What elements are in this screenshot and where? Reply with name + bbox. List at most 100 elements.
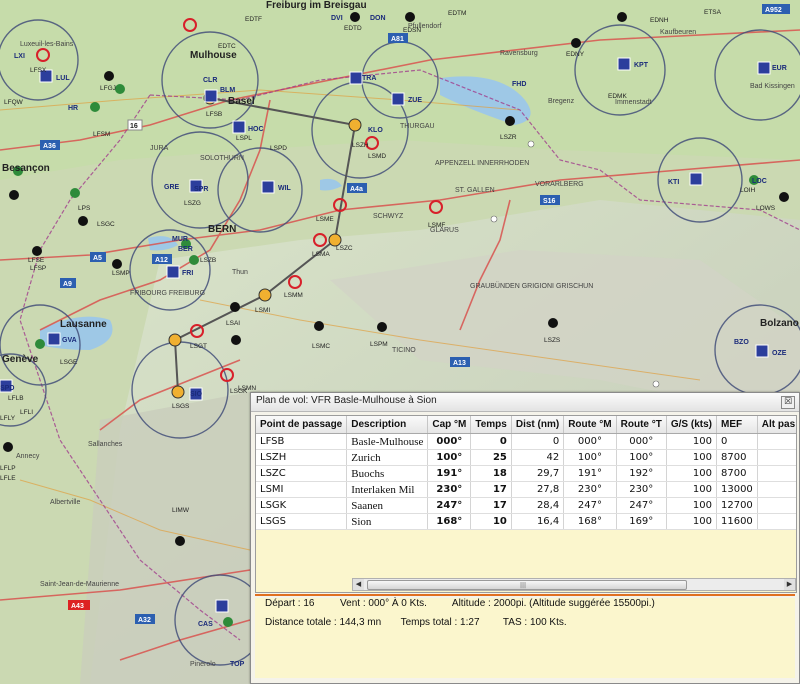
airfield-label: LSGS <box>172 403 190 410</box>
airfield-label: LFLP <box>0 465 16 472</box>
airfield-label: LSMN <box>238 385 256 392</box>
airfield-label: LSMC <box>312 343 330 350</box>
airfield-label: LSMD <box>368 153 386 160</box>
column-header[interactable]: Route °T <box>616 416 667 434</box>
cell-route-m: 100° <box>563 449 617 466</box>
navaid-label: FHD <box>512 81 526 88</box>
column-header[interactable]: MEF <box>716 416 758 434</box>
cell-groundspeed: 100 <box>666 433 717 450</box>
place-label: Basel <box>228 96 255 107</box>
navaid-label: MUR <box>172 236 188 243</box>
airfield-label: ETSA <box>704 9 722 16</box>
road-label: A43 <box>71 603 84 610</box>
road-label: A9 <box>63 281 72 288</box>
cell-route-m: 168° <box>563 513 617 530</box>
cell-heading: 168° <box>427 513 472 530</box>
cell-waypoint: LSGS <box>256 513 348 530</box>
column-header[interactable]: Route °M <box>563 416 617 434</box>
cell-time: 18 <box>470 465 512 482</box>
airfield-label: LSGT <box>190 343 207 350</box>
column-header[interactable]: Alt pas <box>757 416 796 434</box>
place-label: Immenstadt <box>615 99 652 106</box>
cell-waypoint: LSZH <box>256 449 348 466</box>
column-header[interactable]: G/S (kts) <box>666 416 717 434</box>
airfield-label: EDTM <box>448 10 466 17</box>
waypoint-table[interactable]: Point de passage Description Cap °M Temp… <box>255 415 797 593</box>
cell-time: 17 <box>470 497 512 514</box>
airfield-label: LFLI <box>20 409 33 416</box>
place-label: Freiburg im Breisgau <box>266 0 367 11</box>
cell-distance: 16,4 <box>511 513 565 530</box>
column-header[interactable]: Dist (nm) <box>511 416 565 434</box>
navaid-label: LOC <box>752 178 767 185</box>
place-label: Albertville <box>50 499 80 506</box>
table-row[interactable]: LFSB Basle-Mulhouse 000° 0 0 000° 000° 1… <box>256 433 796 450</box>
cell-route-t: 100° <box>616 449 667 466</box>
airfield-label: LOIH <box>740 187 755 194</box>
cell-route-m: 000° <box>563 433 617 450</box>
cell-distance: 28,4 <box>511 497 565 514</box>
cell-route-t: 247° <box>616 497 667 514</box>
close-button[interactable]: ☒ <box>781 396 795 409</box>
airfield-label: LSME <box>316 216 334 223</box>
road-label: A13 <box>453 360 466 367</box>
cell-route-t: 192° <box>616 465 667 482</box>
navaid-label: CAS <box>198 621 213 628</box>
column-header[interactable]: Temps <box>470 416 512 434</box>
cell-waypoint: LFSB <box>256 433 348 450</box>
flight-plan-window[interactable]: Plan de vol: VFR Basle-Mulhouse à Sion ☒… <box>250 392 800 684</box>
scroll-left-icon[interactable]: ◀ <box>353 579 364 590</box>
cell-distance: 0 <box>511 433 565 450</box>
column-header[interactable]: Cap °M <box>427 416 472 434</box>
road-label: A81 <box>391 36 404 43</box>
table-row[interactable]: LSZC Buochs 191° 18 29,7 191° 192° 100 8… <box>256 465 796 482</box>
cell-route-t: 000° <box>616 433 667 450</box>
navaid-label: BER <box>178 246 193 253</box>
window-titlebar[interactable]: Plan de vol: VFR Basle-Mulhouse à Sion ☒ <box>251 393 799 412</box>
cell-route-t: 230° <box>616 481 667 498</box>
navaid-label: TRA <box>362 75 376 82</box>
place-label: THURGAU <box>400 123 435 130</box>
cell-groundspeed: 100 <box>666 513 717 530</box>
place-label: Kaufbeuren <box>660 29 696 36</box>
airfield-label: EDTC <box>218 43 236 50</box>
cell-mef: 12700 <box>716 497 758 514</box>
place-label: Genève <box>2 354 39 365</box>
table-row[interactable]: LSGK Saanen 247° 17 28,4 247° 247° 100 1… <box>256 497 796 514</box>
window-title: Plan de vol: VFR Basle-Mulhouse à Sion <box>256 395 437 406</box>
airfield-label: LFGJ <box>100 85 116 92</box>
airfield-label: LSGE <box>60 359 78 366</box>
cell-alt <box>757 465 796 482</box>
table-row[interactable]: LSZH Zurich 100° 25 42 100° 100° 100 870… <box>256 449 796 466</box>
table-row[interactable]: LSMI Interlaken Mil 230° 17 27,8 230° 23… <box>256 481 796 498</box>
place-label: GRAUBÜNDEN GRIGIONI GRISCHUN <box>470 282 593 290</box>
place-label: SOLOTHURN <box>200 155 244 162</box>
column-header[interactable]: Description <box>346 416 429 434</box>
place-label: Annecy <box>16 453 40 460</box>
airfield-label: LSPM <box>370 341 388 348</box>
airfield-label: LOWS <box>756 205 776 212</box>
road-label: S16 <box>543 198 556 205</box>
cell-time: 25 <box>470 449 512 466</box>
navaid-label: OZE <box>772 350 787 357</box>
cell-mef: 8700 <box>716 465 758 482</box>
column-header[interactable]: Point de passage <box>256 416 348 434</box>
airfield-label: LSMP <box>112 270 130 277</box>
flight-summary: Départ : 16 Vent : 000° À 0 Kts. Altitud… <box>255 598 795 678</box>
place-label: APPENZELL INNERRHODEN <box>435 160 529 167</box>
navaid-label: SPR <box>194 186 208 193</box>
cell-description: Basle-Mulhouse <box>346 433 429 450</box>
road-label: A952 <box>765 7 782 14</box>
scroll-right-icon[interactable]: ▶ <box>784 579 795 590</box>
cell-alt <box>757 513 796 530</box>
horizontal-scrollbar[interactable]: ◀ ||| ▶ <box>352 578 796 591</box>
navaid-label: HOC <box>248 126 264 133</box>
road-label: A5 <box>93 255 102 262</box>
departure-runway: Départ : 16 <box>265 598 315 609</box>
navaid-label: GVA <box>62 337 77 344</box>
scrollbar-thumb[interactable]: ||| <box>367 580 687 590</box>
wind-info: Vent : 000° À 0 Kts. <box>340 598 427 609</box>
navaid-label: GRE <box>164 184 180 191</box>
altitude-info: Altitude : 2000pi. (Altitude suggérée 15… <box>451 598 655 609</box>
table-row[interactable]: LSGS Sion 168° 10 16,4 168° 169° 100 116… <box>256 513 796 530</box>
